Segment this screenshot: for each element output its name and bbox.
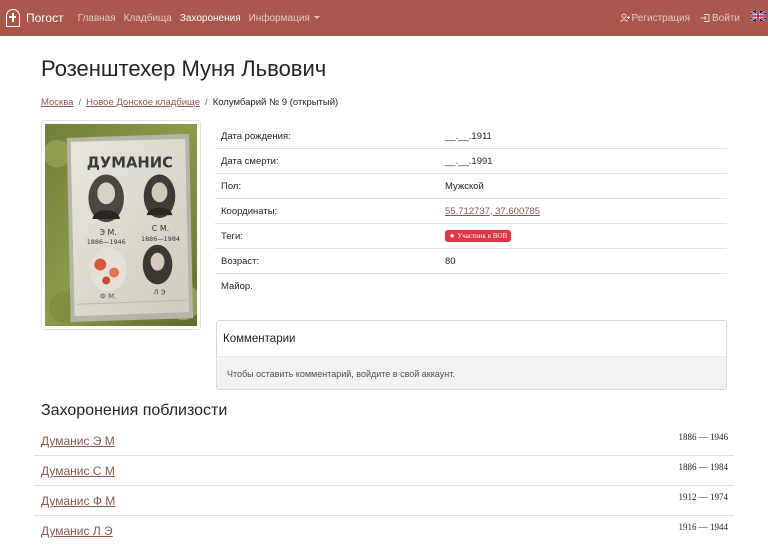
portrait-1-initials: Э М. (100, 228, 117, 237)
stone-inscription: ДУМАНИС (87, 155, 173, 172)
grave-photo-image: ДУМАНИС Э М. 1886—1946 С М. 1886—1984 Ф … (45, 124, 197, 326)
coordinates-label: Координаты: (221, 205, 278, 217)
nav-link-home[interactable]: Главная (78, 13, 116, 24)
tombstone-icon (6, 9, 20, 27)
nav-right: Регистрация Войти (619, 0, 768, 36)
nearby-burial-link[interactable]: Думанис Л Э (41, 524, 113, 538)
nav-links: Главная Кладбища Захоронения Информация (78, 13, 328, 24)
list-item: Думанис Э М 1886 — 1946 (34, 426, 734, 456)
nearby-years: 1912 — 1974 (678, 491, 729, 502)
nearby-burial-link[interactable]: Думанис Э М (41, 434, 115, 448)
detail-row-coords: Координаты: 55.712737, 37.600785 (215, 199, 727, 224)
portrait-1-years: 1886—1946 (87, 238, 126, 246)
brand-name: Погост (26, 11, 64, 25)
register-link[interactable]: Регистрация (619, 12, 691, 24)
page-title: Розенштехер Муня Львович (41, 56, 327, 81)
nav-link-info-dropdown[interactable]: Информация (249, 13, 320, 24)
age-label: Возраст: (221, 255, 260, 267)
portrait-3-initials: Ф М. (100, 292, 116, 300)
nearby-list: Думанис Э М 1886 — 1946 Думанис С М 1886… (34, 426, 734, 546)
tags-label: Теги: (221, 230, 243, 242)
breadcrumb-separator: / (205, 97, 208, 108)
navbar: Погост Главная Кладбища Захоронения Инфо… (0, 0, 768, 36)
comments-card: Комментарии Чтобы оставить комментарий, … (216, 320, 727, 390)
brand-link[interactable]: Погост (6, 9, 64, 27)
detail-row-gender: Пол: Мужской (215, 174, 727, 199)
breadcrumb-cemetery[interactable]: Новое Донское кладбище (86, 97, 200, 108)
detail-row-death: Дата смерти: __.__.1991 (215, 149, 727, 174)
breadcrumb-current: Колумбарий № 9 (открытый) (212, 97, 339, 108)
login-link[interactable]: Войти (700, 13, 740, 24)
detail-row-birth: Дата рождения: __.__.1911 (215, 124, 727, 149)
list-item: Думанис Ф М 1912 — 1974 (34, 486, 734, 516)
birth-date-value: __.__.1911 (445, 130, 492, 142)
grave-photo[interactable]: ДУМАНИС Э М. 1886—1946 С М. 1886—1984 Ф … (41, 120, 201, 330)
death-date-label: Дата смерти: (221, 155, 279, 167)
nearby-years: 1886 — 1984 (678, 461, 729, 472)
gender-label: Пол: (221, 180, 242, 192)
portrait-2-years: 1886—1984 (141, 235, 180, 243)
birth-date-label: Дата рождения: (221, 130, 291, 142)
nearby-years: 1886 — 1946 (678, 431, 729, 442)
login-label: Войти (712, 12, 740, 24)
nav-link-info-label: Информация (248, 12, 310, 24)
coordinates-link[interactable]: 55.712737, 37.600785 (445, 206, 540, 217)
comments-login-message: Чтобы оставить комментарий, войдите в св… (217, 357, 726, 389)
list-item: Думанис С М 1886 — 1984 (34, 456, 734, 486)
star-icon: ★ (449, 232, 456, 240)
list-item: Думанис Л Э 1916 — 1944 (34, 516, 734, 546)
rank-label: Майор. (221, 281, 253, 292)
detail-row-rank: Майор. (215, 274, 727, 299)
uk-flag-icon[interactable] (750, 11, 766, 21)
portrait-4-initials: Л Э (153, 288, 165, 296)
nearby-title: Захоронения поблизости (41, 402, 228, 419)
breadcrumb-city[interactable]: Москва (41, 97, 73, 108)
nearby-burial-link[interactable]: Думанис С М (41, 464, 115, 478)
tag-badge[interactable]: ★ Участник в ВОВ (445, 230, 512, 242)
comments-title: Комментарии (217, 321, 726, 357)
breadcrumb: Москва / Новое Донское кладбище / Колумбарий… (41, 97, 338, 108)
portrait-2-initials: С М. (152, 224, 169, 233)
nav-link-burials[interactable]: Захоронения (180, 13, 241, 24)
user-plus-icon (619, 13, 630, 23)
nearby-years: 1916 — 1944 (678, 522, 729, 532)
death-date-value: __.__.1991 (445, 155, 493, 167)
detail-row-tags: Теги: ★ Участник в ВОВ (215, 224, 727, 249)
detail-row-age: Возраст: 80 (215, 249, 727, 274)
nav-link-cemeteries[interactable]: Кладбища (124, 13, 172, 24)
login-icon (700, 14, 710, 22)
details-table: Дата рождения: __.__.1911 Дата смерти: _… (215, 124, 727, 299)
nearby-burial-link[interactable]: Думанис Ф М (41, 494, 115, 508)
age-value: 80 (445, 255, 456, 267)
register-label: Регистрация (631, 12, 691, 24)
breadcrumb-separator: / (78, 97, 82, 108)
tag-badge-label: Участник в ВОВ (457, 232, 508, 240)
gender-value: Мужской (445, 180, 484, 192)
chevron-down-icon (313, 15, 320, 19)
